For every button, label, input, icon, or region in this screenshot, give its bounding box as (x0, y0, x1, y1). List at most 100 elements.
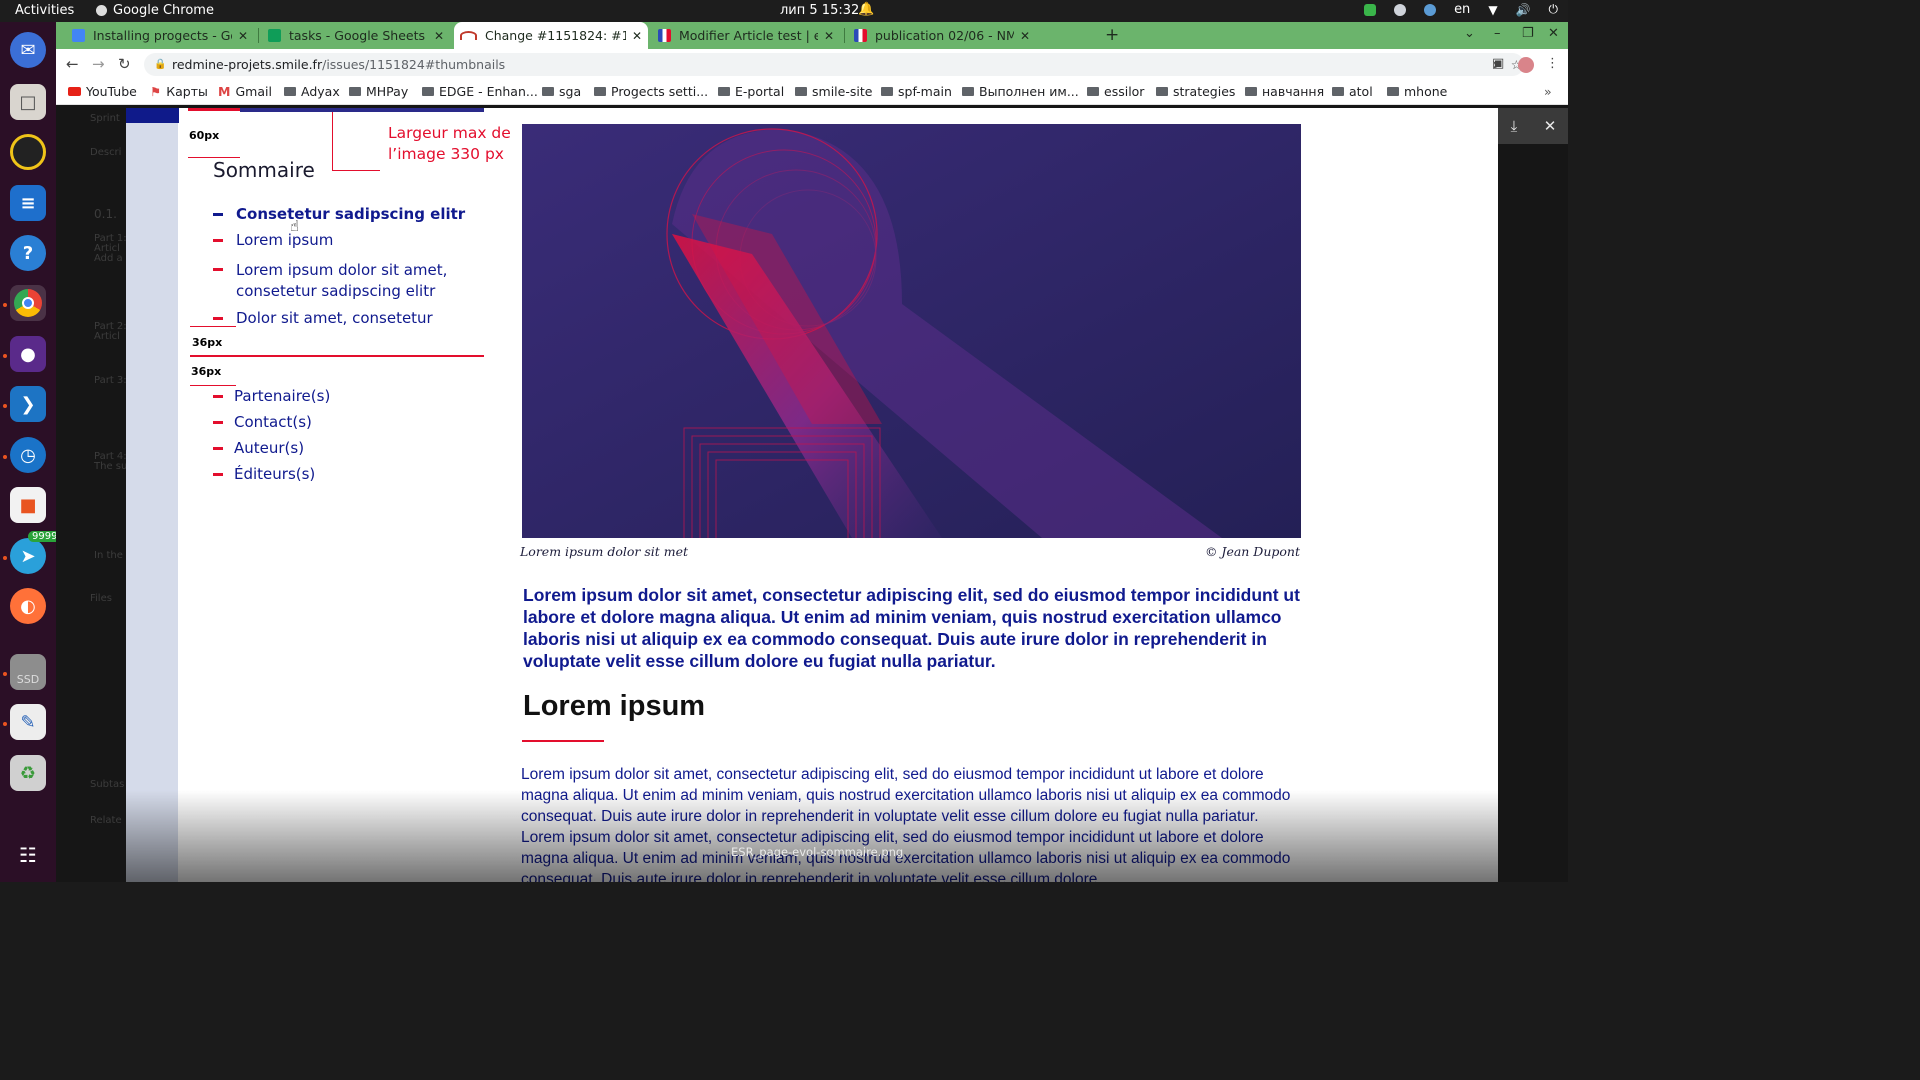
tab-installing-progects[interactable]: Installing progects - Goog ✕ (66, 22, 254, 49)
tab-title: Modifier Article test | ens (679, 28, 818, 43)
bookmark-folder[interactable]: atol (1332, 84, 1373, 99)
bookmark-folder[interactable]: Выполнен им... (962, 84, 1079, 99)
system-tray[interactable]: en ▼ 🔊 ⏻ (1364, 2, 1558, 17)
shield-check-icon[interactable] (1364, 3, 1377, 16)
download-icon[interactable]: ⤓ (1496, 108, 1532, 144)
toc-item[interactable]: Lorem ipsum dolor sit amet, consetetur s… (236, 260, 486, 302)
reload-button[interactable]: ↻ (118, 55, 131, 73)
tab-separator (844, 28, 845, 43)
thunderbird-mail-icon[interactable]: ✉ (10, 32, 46, 68)
toc-item[interactable]: Dolor sit amet, consetetur (236, 308, 496, 329)
address-bar[interactable]: 🔒 redmine-projets.smile.fr/issues/115182… (144, 53, 1524, 76)
sync-icon[interactable] (1394, 3, 1407, 16)
app-center-icon[interactable]: ■ (10, 487, 46, 523)
folder-icon (1087, 87, 1099, 96)
rhythmbox-icon[interactable] (10, 134, 46, 170)
bookmark-folder[interactable]: MHPay (349, 84, 408, 99)
toc-item-active[interactable]: Consetetur sadipscing elitr (236, 204, 496, 225)
bookmark-folder[interactable]: mhone (1387, 84, 1447, 99)
chrome-tab-strip: Installing progects - Goog ✕ tasks - Goo… (56, 22, 1568, 49)
minimize-button[interactable]: – (1494, 26, 1501, 41)
tab-publication[interactable]: publication 02/06 - NM 2 8 ✕ (848, 22, 1036, 49)
close-icon[interactable]: ✕ (1020, 29, 1030, 43)
lightbox-filename: ESR_page-evol-sommaire.png (731, 845, 904, 859)
bg-label: The su (94, 461, 128, 472)
libreoffice-writer-icon[interactable]: ≡ (10, 185, 46, 221)
github-desktop-icon[interactable]: ● (10, 336, 46, 372)
more-bookmarks-icon[interactable]: » (1544, 84, 1552, 99)
bookmark-folder[interactable]: strategies (1156, 84, 1235, 99)
tab-title: Change #1151824: #1075 (485, 28, 626, 43)
bookmark-folder[interactable]: Adyax (284, 84, 340, 99)
close-icon[interactable]: ✕ (238, 29, 248, 43)
language-indicator[interactable]: en (1454, 2, 1470, 17)
tab-modifier-article[interactable]: Modifier Article test | ens ✕ (652, 22, 840, 49)
bookmark-label: spf-main (898, 84, 952, 99)
bookmark-folder[interactable]: spf-main (881, 84, 952, 99)
files-icon[interactable]: □ (10, 84, 46, 120)
bookmark-folder[interactable]: Progects setti... (594, 84, 708, 99)
wifi-icon[interactable]: ▼ (1488, 3, 1497, 17)
bookmark-youtube[interactable]: YouTube (68, 84, 137, 99)
mockup-red-rule (188, 108, 240, 111)
firefox-icon[interactable]: ◐ (10, 588, 46, 624)
bookmark-label: Progects setti... (611, 84, 709, 99)
chrome-small-icon (96, 5, 107, 16)
folder-icon (1332, 87, 1344, 96)
clock[interactable]: лип 5 15:32 (780, 3, 859, 18)
bookmark-folder[interactable]: E-portal (718, 84, 784, 99)
url-text[interactable]: redmine-projets.smile.fr/issues/1151824#… (172, 53, 505, 76)
bookmark-folder[interactable]: essilor (1087, 84, 1144, 99)
lock-icon[interactable]: 🔒 (154, 53, 166, 76)
help-icon[interactable]: ? (10, 235, 46, 271)
volume-icon[interactable]: 🔊 (1516, 3, 1531, 17)
timeshift-icon[interactable]: ◷ (10, 437, 46, 473)
bookmark-folder[interactable]: EDGE - Enhan... (422, 84, 538, 99)
link-contacts[interactable]: Contact(s) (234, 412, 312, 433)
close-icon[interactable]: ✕ (632, 29, 642, 43)
ssd-drive-icon[interactable]: SSD (10, 654, 46, 690)
activities-button[interactable]: Activities (15, 3, 74, 18)
bookmark-folder[interactable]: smile-site (795, 84, 872, 99)
power-icon[interactable]: ⏻ (1549, 2, 1559, 17)
hero-abstract-image (522, 124, 1301, 538)
side-panel-icon[interactable]: ▣ (1492, 56, 1504, 71)
tab-redmine-change[interactable]: Change #1151824: #1075 ✕ (454, 22, 648, 49)
link-editeurs[interactable]: Éditeurs(s) (234, 464, 315, 485)
telegram-icon[interactable]: ➤ 9999 (10, 531, 62, 574)
close-icon[interactable]: ✕ (434, 29, 444, 43)
lightbox-image[interactable]: 60px Largeur max de l’image 330 px Somma… (126, 108, 1498, 882)
link-partenaires[interactable]: Partenaire(s) (234, 386, 330, 407)
google-chrome-icon[interactable] (10, 285, 46, 321)
restore-button[interactable]: ❐ (1522, 26, 1534, 41)
link-auteurs[interactable]: Auteur(s) (234, 438, 304, 459)
running-indicator (3, 556, 7, 560)
close-icon[interactable]: ✕ (824, 29, 834, 43)
window-close-button[interactable]: ✕ (1548, 26, 1559, 41)
profile-avatar[interactable] (1518, 57, 1534, 73)
forward-button[interactable]: → (92, 55, 105, 73)
bell-icon: 🔔 (858, 2, 875, 17)
globe-icon[interactable] (1424, 3, 1437, 16)
toc-bullet (213, 213, 223, 216)
bookmark-maps[interactable]: ⚑ Карты (150, 84, 208, 99)
bookmark-gmail[interactable]: M Gmail (218, 84, 272, 99)
tab-tasks-sheets[interactable]: tasks - Google Sheets ✕ (262, 22, 450, 49)
toc-item[interactable]: Lorem ipsum (236, 230, 496, 251)
text-editor-icon[interactable]: ✎ (10, 704, 46, 740)
app-menu[interactable]: Google Chrome (96, 3, 214, 18)
bookmark-folder[interactable]: sga (542, 84, 581, 99)
folder-icon (881, 87, 893, 96)
new-tab-button[interactable]: + (1105, 25, 1119, 45)
back-button[interactable]: ← (66, 55, 79, 73)
marianne-icon (854, 29, 867, 42)
vscode-icon[interactable]: ❯ (10, 386, 46, 422)
menu-kebab-icon[interactable]: ⋮ (1546, 56, 1559, 71)
bookmark-folder[interactable]: навчання (1245, 84, 1324, 99)
tab-search-icon[interactable]: ⌄ (1464, 26, 1475, 41)
trash-icon[interactable]: ♻ (10, 755, 46, 791)
close-icon[interactable]: ✕ (1532, 108, 1568, 144)
show-apps-icon[interactable]: ☷ (10, 837, 46, 873)
bookmark-label: essilor (1104, 84, 1145, 99)
folder-icon (795, 87, 807, 96)
